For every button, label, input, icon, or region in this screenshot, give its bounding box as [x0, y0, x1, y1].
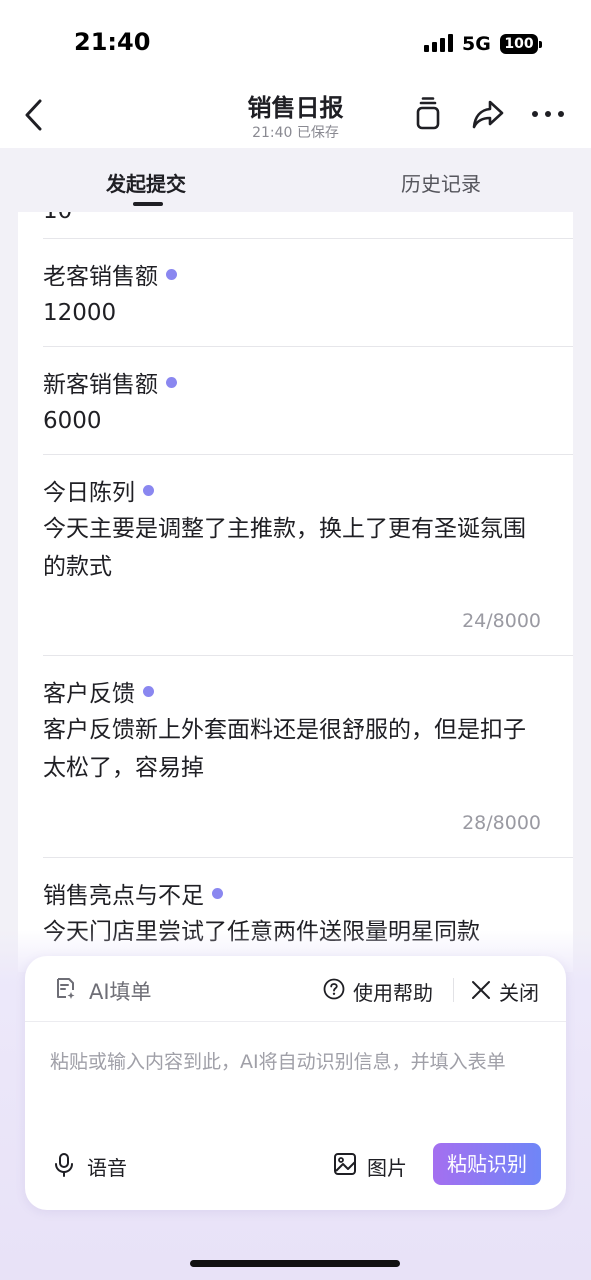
- tab-indicator: [133, 202, 163, 206]
- char-counter: 24/8000: [462, 610, 541, 632]
- char-counter: 28/8000: [462, 812, 541, 834]
- image-icon[interactable]: [333, 1152, 357, 1176]
- microphone-icon[interactable]: [53, 1152, 75, 1178]
- help-icon[interactable]: [323, 978, 345, 1000]
- status-time: 21:40: [74, 28, 151, 56]
- required-dot: [212, 888, 223, 899]
- field-label-display: 今日陈列: [43, 473, 154, 507]
- divider: [43, 238, 573, 239]
- field-value-customer-feedback[interactable]: 客户反馈新上外套面料还是很舒服的，但是扣子太松了，容易掉: [43, 711, 543, 787]
- partial-field-value[interactable]: 10: [43, 212, 72, 224]
- form-card: 10 老客销售额 12000 新客销售额 6000 今日陈列 今天主要是调整了主…: [18, 212, 573, 972]
- close-icon[interactable]: [471, 980, 491, 1000]
- status-bar: 21:40 5G 100: [0, 0, 591, 80]
- voice-button[interactable]: 语音: [87, 1152, 127, 1181]
- close-button[interactable]: 关闭: [499, 977, 539, 1006]
- field-value-new-customer-sales[interactable]: 6000: [43, 408, 102, 434]
- required-dot: [166, 269, 177, 280]
- divider: [43, 857, 573, 858]
- field-label-sales-highlights: 销售亮点与不足: [43, 876, 223, 910]
- divider: [453, 978, 454, 1002]
- required-dot: [166, 377, 177, 388]
- home-indicator: [190, 1260, 400, 1267]
- field-label-old-customer-sales: 老客销售额: [43, 257, 177, 291]
- field-value-display[interactable]: 今天主要是调整了主推款，换上了更有圣诞氛围的款式: [43, 510, 543, 586]
- ai-form-icon: [57, 978, 75, 999]
- ai-panel-header: AI填单 使用帮助 关闭: [25, 956, 566, 1022]
- tab-bar: 发起提交 历史记录: [0, 148, 591, 212]
- more-icon[interactable]: [530, 96, 566, 132]
- ai-input[interactable]: 粘贴或输入内容到此，AI将自动识别信息，并填入表单: [50, 1046, 550, 1078]
- field-label-customer-feedback: 客户反馈: [43, 674, 154, 708]
- field-label-new-customer-sales: 新客销售额: [43, 365, 177, 399]
- share-icon[interactable]: [470, 96, 506, 132]
- battery-icon: 100: [500, 34, 542, 54]
- image-button[interactable]: 图片: [367, 1152, 407, 1181]
- divider: [43, 454, 573, 455]
- signal-icon: [424, 34, 454, 52]
- ai-fill-panel: AI填单 使用帮助 关闭 粘贴或输入内容到此，AI将自动识别信息，并填入表单 语…: [25, 956, 566, 1210]
- ai-panel-title: AI填单: [89, 980, 152, 1004]
- tab-submit[interactable]: 发起提交: [106, 168, 186, 197]
- required-dot: [143, 686, 154, 697]
- divider: [43, 655, 573, 656]
- copy-icon[interactable]: [410, 96, 446, 132]
- paste-recognize-button[interactable]: 粘贴识别: [433, 1143, 541, 1185]
- help-button[interactable]: 使用帮助: [353, 977, 433, 1006]
- divider: [43, 346, 573, 347]
- required-dot: [143, 485, 154, 496]
- field-value-old-customer-sales[interactable]: 12000: [43, 300, 116, 326]
- network-type: 5G: [462, 33, 491, 55]
- tab-history[interactable]: 历史记录: [401, 168, 481, 197]
- nav-bar: 销售日报 21:40 已保存: [0, 80, 591, 148]
